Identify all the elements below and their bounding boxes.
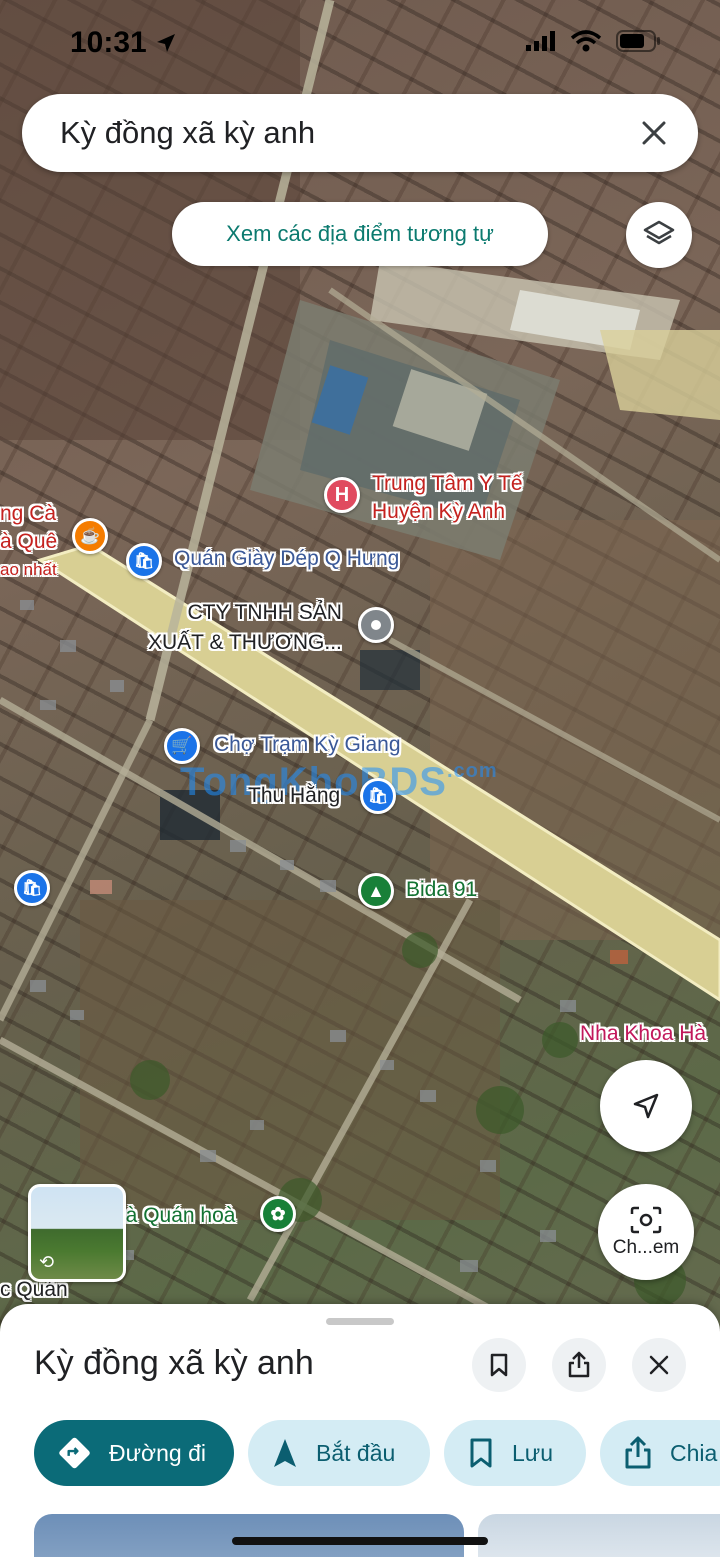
hospital-pin-icon[interactable]: H	[324, 477, 360, 513]
status-time: 10:31	[70, 26, 177, 60]
save-icon-button[interactable]	[472, 1338, 526, 1392]
cafe-label-line1[interactable]: ng Cà	[0, 502, 56, 526]
layers-button[interactable]	[626, 202, 692, 268]
quan-hoa-label[interactable]: hà Quán hoà	[114, 1204, 235, 1228]
place-title: Kỳ đồng xã kỳ anh	[34, 1344, 314, 1382]
share-button[interactable]: Chia	[600, 1420, 720, 1486]
bookmark-icon	[470, 1438, 492, 1468]
close-sheet-button[interactable]	[632, 1338, 686, 1392]
shoe-shop-label[interactable]: Quán Giày Dép Q Hưng	[174, 547, 399, 571]
signal-icon	[526, 31, 555, 51]
market-label[interactable]: Chợ Trạm Kỳ Giang	[214, 733, 401, 757]
lens-button[interactable]: Ch...em	[598, 1184, 694, 1280]
save-button[interactable]: Lưu	[444, 1420, 586, 1486]
share-icon	[625, 1436, 651, 1469]
place-photo-2[interactable]	[478, 1514, 720, 1557]
navigation-arrow-icon	[633, 1093, 659, 1119]
location-arrow-icon	[157, 34, 176, 52]
street-view-icon: ⟲	[39, 1252, 55, 1272]
navigation-arrow-icon	[274, 1439, 296, 1467]
search-bar[interactable]: Kỳ đồng xã kỳ anh	[22, 94, 698, 172]
company-pin-icon[interactable]	[358, 607, 394, 643]
my-location-button[interactable]	[600, 1060, 692, 1152]
street-view-thumbnail[interactable]: ⟲	[28, 1184, 126, 1282]
clear-search-button[interactable]	[632, 111, 676, 155]
cafe-label-line3[interactable]: ao nhất	[0, 560, 57, 580]
home-indicator[interactable]	[232, 1537, 488, 1545]
shop-pin-icon[interactable]: 🛍	[126, 543, 162, 579]
action-row: Đường đi Bắt đầu Lưu Chia	[34, 1420, 720, 1486]
share-label: Chia	[670, 1439, 718, 1466]
thu-hang-label[interactable]: Thu Hằng	[248, 784, 340, 808]
hospital-label[interactable]: Trung Tâm Y Tế Huyện Kỳ Anh	[372, 470, 523, 526]
sheet-drag-handle[interactable]	[326, 1318, 394, 1325]
layers-icon	[643, 220, 675, 245]
directions-label: Đường đi	[109, 1439, 206, 1466]
company-label[interactable]: CTY TNHH SẢN XUẤT & THƯƠNG...	[148, 598, 342, 658]
shop-pin-left-icon[interactable]: 🛍	[14, 870, 50, 906]
share-icon	[568, 1351, 590, 1378]
save-label: Lưu	[512, 1439, 553, 1466]
dental-label[interactable]: Nha Khoa Hà	[580, 1022, 706, 1046]
close-icon	[649, 1355, 669, 1375]
start-button[interactable]: Bắt đầu	[248, 1420, 430, 1486]
cafe-pin-icon[interactable]: ☕	[72, 518, 108, 554]
similar-places-button[interactable]: Xem các địa điểm tương tự	[172, 202, 548, 266]
battery-icon	[616, 30, 660, 52]
share-icon-button[interactable]	[552, 1338, 606, 1392]
bida-label[interactable]: Bida 91	[406, 878, 477, 902]
start-label: Bắt đầu	[316, 1439, 396, 1466]
bida-pin-icon[interactable]: ▲	[358, 873, 394, 909]
directions-icon	[59, 1437, 90, 1469]
lens-label: Ch...em	[612, 1237, 680, 1258]
flower-pin-icon[interactable]: ✿	[260, 1196, 296, 1232]
thu-hang-pin-icon[interactable]: 🛍	[360, 778, 396, 814]
cafe-label-line2[interactable]: à Quê	[0, 530, 57, 554]
market-pin-icon[interactable]: 🛒	[164, 728, 200, 764]
search-input[interactable]: Kỳ đồng xã kỳ anh	[60, 115, 632, 151]
bookmark-icon	[490, 1353, 508, 1377]
close-icon	[642, 121, 666, 145]
status-icons	[526, 30, 662, 52]
wifi-icon	[570, 30, 602, 52]
place-photo[interactable]	[34, 1514, 464, 1557]
place-bottom-sheet[interactable]: Kỳ đồng xã kỳ anh Đường đi Bắt đầu Lưu C…	[0, 1304, 720, 1557]
camera-lens-icon	[630, 1206, 662, 1234]
directions-button[interactable]: Đường đi	[34, 1420, 234, 1486]
